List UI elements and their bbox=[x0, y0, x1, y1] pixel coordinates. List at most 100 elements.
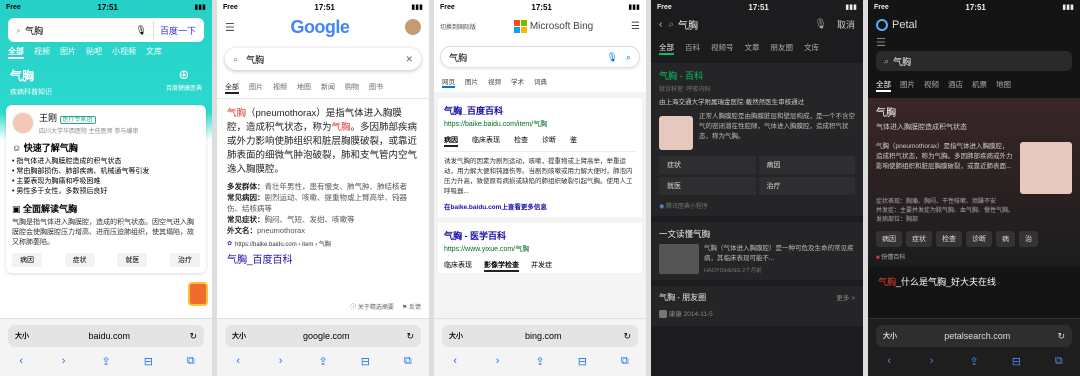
tab-all[interactable]: 全部 bbox=[876, 79, 891, 92]
tab-channels[interactable]: 视频号 bbox=[711, 42, 734, 55]
back-icon[interactable]: ‹ bbox=[12, 355, 30, 367]
baike-card[interactable]: 气胸 - 百科 就诊科室: 呼吸内科 由上海交通大学附属瑞金医院·戴然然医生审核… bbox=[651, 63, 863, 216]
chip-diagnosis[interactable]: 诊断 bbox=[966, 231, 992, 247]
search-input[interactable]: 气胸 🎙 ⌕ bbox=[440, 46, 640, 68]
forward-icon[interactable]: › bbox=[55, 355, 73, 367]
share-icon[interactable]: ⇪ bbox=[531, 355, 549, 368]
tab-cause[interactable]: 病因 bbox=[444, 135, 458, 147]
text-size-icon[interactable]: 大小 bbox=[449, 331, 463, 341]
text-size-icon[interactable]: 大小 bbox=[15, 331, 29, 341]
tab-treat[interactable]: 治疗 bbox=[169, 253, 200, 267]
tab-maps[interactable]: 地图 bbox=[996, 79, 1011, 92]
more-link[interactable]: 更多 > bbox=[836, 292, 855, 303]
clear-icon[interactable]: ✕ bbox=[405, 54, 413, 65]
tab-all[interactable]: 全部 bbox=[225, 82, 239, 94]
tab-more[interactable]: 鉴 bbox=[570, 135, 577, 147]
more-info-link[interactable]: 在baike.baidu.com上查看更多信息 bbox=[444, 201, 636, 211]
tab-diagnosis[interactable]: 诊断 bbox=[542, 135, 556, 147]
tabs-icon[interactable]: ⧉ bbox=[399, 355, 417, 368]
back-icon[interactable]: ‹ bbox=[659, 19, 662, 30]
share-icon[interactable]: ⇪ bbox=[97, 355, 115, 368]
result-title[interactable]: 气胸_百度百科 bbox=[444, 104, 636, 117]
tab-all[interactable]: 全部 bbox=[659, 42, 674, 55]
tab-wenku[interactable]: 文库 bbox=[146, 46, 162, 59]
reload-icon[interactable]: ↻ bbox=[189, 331, 197, 342]
chip-symptom[interactable]: 症状 bbox=[906, 231, 932, 247]
switch-international-link[interactable]: 切换到国际版 bbox=[440, 22, 476, 31]
tab-shopping[interactable]: 购物 bbox=[345, 82, 359, 94]
grid-cause[interactable]: 病因 bbox=[758, 156, 855, 174]
tab-images[interactable]: 图片 bbox=[900, 79, 915, 92]
search-input[interactable]: ⌕ 气胸 🎙 百度一下 bbox=[8, 18, 204, 42]
tab-images[interactable]: 图片 bbox=[60, 46, 76, 59]
chip-exam[interactable]: 检查 bbox=[936, 231, 962, 247]
floating-ad-icon[interactable] bbox=[188, 282, 208, 306]
tab-video[interactable]: 视频 bbox=[924, 79, 939, 92]
health-badge[interactable]: ⊕ 百度健康医典 bbox=[166, 67, 202, 97]
tab-clinical[interactable]: 临床表现 bbox=[472, 135, 500, 147]
mic-icon[interactable]: 🎙 bbox=[136, 25, 147, 36]
tab-news[interactable]: 新闻 bbox=[321, 82, 335, 94]
bookmarks-icon[interactable]: ⊟ bbox=[573, 355, 591, 368]
reload-icon[interactable]: ↻ bbox=[1057, 331, 1065, 342]
forward-icon[interactable]: › bbox=[489, 355, 507, 367]
tab-baike[interactable]: 百科 bbox=[685, 42, 700, 55]
cancel-button[interactable]: 取消 bbox=[837, 18, 855, 31]
tab-dictionary[interactable]: 词典 bbox=[534, 76, 547, 88]
url-bar[interactable]: 大小 baidu.com ↻ bbox=[8, 325, 204, 347]
result-title[interactable]: 气胸 - 医学百科 bbox=[444, 229, 636, 242]
search-icon[interactable]: ⌕ bbox=[626, 52, 631, 63]
tab-maps[interactable]: 地图 bbox=[297, 82, 311, 94]
tab-video[interactable]: 视频 bbox=[273, 82, 287, 94]
tab-hotels[interactable]: 酒店 bbox=[948, 79, 963, 92]
article-card[interactable]: 一文读懂气胸 气胸（气体进入胸膜腔）是一种可危及生命的常见疾病，其临床表现可能不… bbox=[651, 222, 863, 280]
tab-cause[interactable]: 病因 bbox=[12, 253, 42, 267]
tabs-icon[interactable]: ⧉ bbox=[182, 355, 200, 368]
bookmarks-icon[interactable]: ⊟ bbox=[356, 355, 374, 368]
tab-web[interactable]: 网页 bbox=[442, 76, 455, 88]
moments-card[interactable]: 气胸 - 朋友圈 更多 > 康康 2014-11-5 bbox=[651, 286, 863, 326]
url-bar[interactable]: 大小 google.com ↻ bbox=[225, 325, 421, 347]
tab-images[interactable]: 图片 bbox=[465, 76, 478, 88]
url-bar[interactable]: 大小 petalsearch.com ↻ bbox=[876, 325, 1072, 347]
bookmarks-icon[interactable]: ⊟ bbox=[139, 355, 157, 368]
tabs-icon[interactable]: ⧉ bbox=[1050, 355, 1068, 368]
reload-icon[interactable]: ↻ bbox=[406, 331, 414, 342]
tab-video[interactable]: 视频 bbox=[34, 46, 50, 59]
share-icon[interactable]: ⇪ bbox=[314, 355, 332, 368]
tab-all[interactable]: 全部 bbox=[8, 46, 24, 59]
tab-flights[interactable]: 机票 bbox=[972, 79, 987, 92]
tab-short-video[interactable]: 小视频 bbox=[112, 46, 136, 59]
menu-icon[interactable]: ☰ bbox=[225, 21, 235, 34]
tab-clinical[interactable]: 临床表现 bbox=[444, 260, 472, 272]
back-icon[interactable]: ‹ bbox=[446, 355, 464, 367]
tab-moments[interactable]: 朋友圈 bbox=[771, 42, 794, 55]
text-size-icon[interactable]: 大小 bbox=[883, 331, 897, 341]
menu-icon[interactable]: ☰ bbox=[868, 36, 1080, 49]
tab-academic[interactable]: 学术 bbox=[511, 76, 524, 88]
tab-books[interactable]: 图书 bbox=[369, 82, 383, 94]
search-button[interactable]: 百度一下 bbox=[152, 20, 202, 40]
avatar[interactable] bbox=[405, 19, 421, 35]
doctor-card[interactable]: 王刚 医疗专家团 四川大学华西医院 主任医师 参与编审 ☺ 快速了解气胸 • 指… bbox=[6, 105, 206, 273]
feedback-link[interactable]: ⚑ 反馈 bbox=[402, 302, 421, 311]
tab-tieba[interactable]: 贴吧 bbox=[86, 46, 102, 59]
reload-icon[interactable]: ↻ bbox=[623, 331, 631, 342]
search-input[interactable]: ⌕ 气胸 ✕ bbox=[225, 48, 421, 70]
bookmarks-icon[interactable]: ⊟ bbox=[1007, 355, 1025, 368]
tab-articles[interactable]: 文章 bbox=[745, 42, 760, 55]
url-bar[interactable]: 大小 bing.com ↻ bbox=[442, 325, 638, 347]
tab-symptom[interactable]: 症状 bbox=[64, 253, 95, 267]
share-icon[interactable]: ⇪ bbox=[965, 355, 983, 368]
tab-exam[interactable]: 检查 bbox=[514, 135, 528, 147]
result-link[interactable]: 气胸_百度百科 bbox=[217, 248, 429, 266]
forward-icon[interactable]: › bbox=[272, 355, 290, 367]
chip-cause[interactable]: 病因 bbox=[876, 231, 902, 247]
back-icon[interactable]: ‹ bbox=[880, 355, 898, 367]
tab-complication[interactable]: 并发症 bbox=[531, 260, 552, 272]
knowledge-card[interactable]: 气胸 气体进入胸膜腔造成积气状态 气胸（pneumothorax）是指气体进入胸… bbox=[868, 98, 1080, 267]
menu-icon[interactable]: ☰ bbox=[631, 21, 640, 32]
mic-icon[interactable]: 🎙 bbox=[814, 19, 827, 30]
search-input[interactable]: ⌕ 气胸 bbox=[876, 51, 1072, 71]
back-icon[interactable]: ‹ bbox=[229, 355, 247, 367]
